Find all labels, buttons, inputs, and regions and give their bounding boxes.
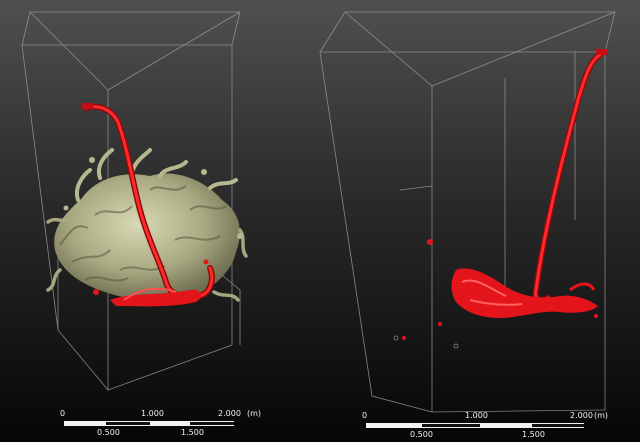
right-scale-label-1000: 1.000 [465,411,488,420]
right-scale-unit: (m) [594,411,609,420]
right-scale-label-1500: 1.500 [522,430,545,439]
left-scale-label-0: 0 [60,409,66,418]
right-scale-segment-3 [480,423,532,428]
right-scale-label-2000: 2.000 [570,411,593,420]
simulation-render [21,11,616,413]
left-scale-label-1500: 1.500 [181,428,204,437]
right-scale-segment-1 [366,423,422,428]
left-scale-label-1000: 1.000 [141,409,164,418]
right-red-plume [393,49,608,349]
left-scale-label-2000: 2.000 [218,409,241,418]
right-domain-wireframe [319,11,616,413]
right-scale-segment-4 [532,423,584,428]
left-scale-segment-1 [64,421,106,426]
left-scale-unit: (m) [247,409,262,418]
left-scale-label-0500: 0.500 [97,428,120,437]
right-scale-bar: 0 1.000 2.000 (m) 0.500 1.500 [362,412,632,442]
left-scale-segment-2 [106,421,150,426]
left-scale-bar: 0 1.000 2.000 (m) 0.500 1.500 [60,410,310,440]
right-scale-label-0500: 0.500 [410,430,433,439]
left-scale-segment-3 [150,421,190,426]
left-scale-segment-4 [190,421,234,426]
right-scale-segment-2 [422,423,480,428]
right-scale-label-0: 0 [362,411,368,420]
